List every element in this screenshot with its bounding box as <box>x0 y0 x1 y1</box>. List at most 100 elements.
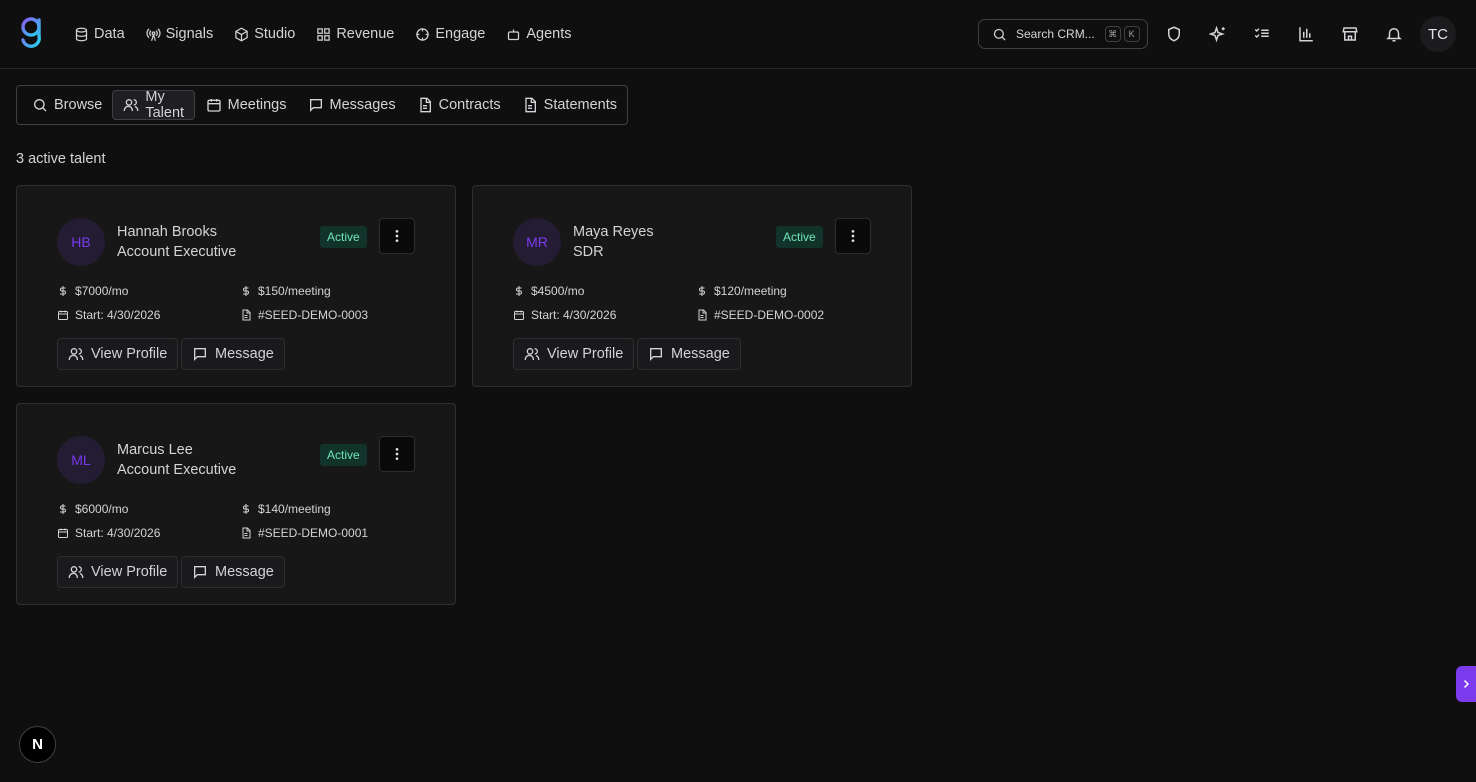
calendar-icon <box>57 527 69 539</box>
view-profile-label: View Profile <box>547 346 624 362</box>
message-button[interactable]: Message <box>181 338 285 370</box>
status-badge: Active <box>776 226 823 248</box>
meeting-rate-value: $120/meeting <box>714 284 787 298</box>
dollar-icon <box>240 503 252 515</box>
nav-agents[interactable]: Agents <box>506 26 572 42</box>
more-options-button[interactable] <box>835 218 871 254</box>
tab-statements[interactable]: Statements <box>511 90 627 120</box>
avatar: HB <box>57 218 105 266</box>
side-panel-toggle[interactable] <box>1456 666 1476 702</box>
file-icon <box>696 309 708 321</box>
talent-role: Account Executive <box>117 462 237 478</box>
nav-revenue[interactable]: Revenue <box>316 26 394 42</box>
signal-icon <box>146 27 161 42</box>
start-date-value: Start: 4/30/2026 <box>75 526 161 540</box>
dev-tools-button[interactable]: N <box>19 726 56 763</box>
view-profile-button[interactable]: View Profile <box>513 338 635 370</box>
meeting-rate-value: $140/meeting <box>258 502 331 516</box>
app-logo[interactable] <box>18 16 44 50</box>
file-icon <box>522 97 538 113</box>
nav-signals[interactable]: Signals <box>146 26 214 42</box>
meeting-rate: $120/meeting <box>696 284 787 298</box>
task-list-icon[interactable] <box>1253 25 1271 43</box>
status-badge: Active <box>320 226 367 248</box>
monthly-rate: $4500/mo <box>513 284 584 298</box>
main-nav: Data Signals Studio Revenue Engage Agent… <box>74 0 593 68</box>
status-badge: Active <box>320 444 367 466</box>
file-icon <box>240 309 252 321</box>
tab-my-talent[interactable]: My Talent <box>112 89 195 121</box>
search-crm-input[interactable]: Search CRM... ⌘ K <box>978 19 1148 49</box>
more-options-button[interactable] <box>379 436 415 472</box>
dollar-icon <box>57 503 69 515</box>
contract-id-value: #SEED-DEMO-0003 <box>258 308 369 322</box>
tab-messages-label: Messages <box>329 97 396 113</box>
users-icon <box>68 564 84 580</box>
tab-messages[interactable]: Messages <box>297 90 406 120</box>
store-icon[interactable] <box>1341 25 1359 43</box>
message-icon <box>648 346 664 362</box>
talent-name: Maya Reyes <box>573 224 654 240</box>
search-icon <box>992 27 1007 42</box>
tab-browse-label: Browse <box>54 97 103 113</box>
nav-agents-label: Agents <box>526 26 572 42</box>
calendar-icon <box>206 97 222 113</box>
tab-meetings-label: Meetings <box>227 97 287 113</box>
talent-card: HB Hannah Brooks Account Executive Activ… <box>16 185 456 387</box>
bell-icon[interactable] <box>1385 25 1403 43</box>
view-profile-button[interactable]: View Profile <box>57 338 179 370</box>
view-profile-label: View Profile <box>91 564 168 580</box>
dev-badge-label: N <box>32 736 43 753</box>
nav-engage[interactable]: Engage <box>415 26 485 42</box>
contract-id: #SEED-DEMO-0003 <box>240 308 368 322</box>
users-icon <box>123 97 139 113</box>
bot-icon <box>506 27 521 42</box>
tab-browse[interactable]: Browse <box>21 90 112 120</box>
tab-contracts[interactable]: Contracts <box>406 90 511 120</box>
sparkles-icon[interactable] <box>1209 25 1227 43</box>
monthly-rate: $6000/mo <box>57 502 128 516</box>
target-icon <box>415 27 430 42</box>
dollar-icon <box>57 285 69 297</box>
message-label: Message <box>215 346 274 362</box>
more-vertical-icon <box>389 446 405 462</box>
user-initials: TC <box>1428 25 1448 43</box>
search-icon <box>32 97 48 113</box>
nav-engage-label: Engage <box>435 26 486 42</box>
nav-studio[interactable]: Studio <box>234 26 295 42</box>
nav-data[interactable]: Data <box>74 26 125 42</box>
message-label: Message <box>671 346 730 362</box>
nav-revenue-label: Revenue <box>336 26 395 42</box>
active-talent-count: 3 active talent <box>16 151 106 167</box>
view-profile-button[interactable]: View Profile <box>57 556 179 588</box>
nav-signals-label: Signals <box>165 26 214 42</box>
meeting-rate: $150/meeting <box>240 284 331 298</box>
talent-name: Hannah Brooks <box>117 224 217 240</box>
nav-data-label: Data <box>94 26 125 42</box>
message-icon <box>192 564 208 580</box>
user-avatar[interactable]: TC <box>1420 16 1456 52</box>
avatar: ML <box>57 436 105 484</box>
calendar-icon <box>57 309 69 321</box>
contract-id-value: #SEED-DEMO-0002 <box>714 308 825 322</box>
bar-chart-icon[interactable] <box>1297 25 1315 43</box>
message-button[interactable]: Message <box>181 556 285 588</box>
message-button[interactable]: Message <box>637 338 741 370</box>
shield-icon[interactable] <box>1165 25 1183 43</box>
meeting-rate-value: $150/meeting <box>258 284 331 298</box>
cube-icon <box>234 27 249 42</box>
search-placeholder: Search CRM... <box>1016 27 1095 41</box>
tab-contracts-label: Contracts <box>438 97 501 113</box>
users-icon <box>524 346 540 362</box>
message-icon <box>192 346 208 362</box>
talent-role: Account Executive <box>117 244 237 260</box>
contract-id-value: #SEED-DEMO-0001 <box>258 526 369 540</box>
monthly-rate: $7000/mo <box>57 284 128 298</box>
search-shortcut: ⌘ K <box>1104 26 1140 42</box>
database-icon <box>74 27 89 42</box>
start-date-value: Start: 4/30/2026 <box>531 308 617 322</box>
start-date: Start: 4/30/2026 <box>57 526 160 540</box>
start-date-value: Start: 4/30/2026 <box>75 308 161 322</box>
tab-meetings[interactable]: Meetings <box>195 90 297 120</box>
more-options-button[interactable] <box>379 218 415 254</box>
